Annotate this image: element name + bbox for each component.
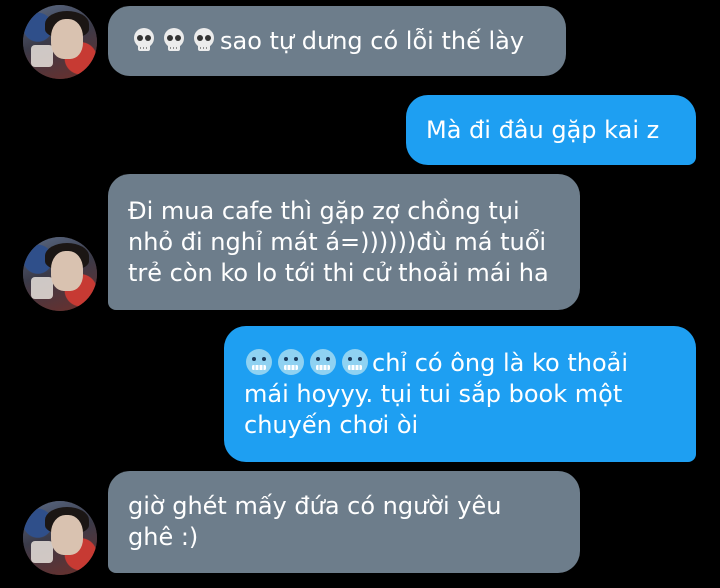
message-line: giờ ghét mấy đứa có người yêu [128, 492, 502, 520]
message-line: mái hoyyy. tụi tui sắp book một [244, 380, 623, 408]
contact-avatar[interactable] [23, 5, 97, 79]
message-line: trẻ còn ko lo tới thi cử thoải mái ha [128, 258, 549, 287]
skull-icon [134, 27, 154, 51]
skull-icon [164, 27, 184, 51]
cold-face-icon [278, 349, 304, 375]
incoming-message-bubble[interactable]: sao tự dưng có lỗi thế lày [108, 6, 566, 76]
cold-face-icon [310, 349, 336, 375]
outgoing-message-bubble[interactable]: chỉ có ông là ko thoải mái hoyyy. tụi tu… [224, 326, 696, 462]
message-text: Mà đi đâu gặp kai z [426, 115, 660, 144]
contact-avatar[interactable] [23, 501, 97, 575]
message-line: nhỏ đi nghỉ mát á=))))))đù má tuổi [128, 227, 547, 256]
incoming-message-bubble[interactable]: Đi mua cafe thì gặp zợ chồng tụi nhỏ đi … [108, 174, 580, 310]
cold-face-icon [342, 349, 368, 375]
message-line: Đi mua cafe thì gặp zợ chồng tụi [128, 196, 520, 225]
message-line: ghê :) [128, 523, 199, 551]
message-line: chỉ có ông là ko thoải [372, 349, 629, 377]
contact-avatar[interactable] [23, 237, 97, 311]
incoming-message-bubble[interactable]: giờ ghét mấy đứa có người yêu ghê :) [108, 471, 580, 573]
skull-icon [194, 27, 214, 51]
cold-face-icon [246, 349, 272, 375]
message-line: chuyến chơi òi [244, 411, 419, 439]
outgoing-message-bubble[interactable]: Mà đi đâu gặp kai z [406, 95, 696, 165]
message-text: sao tự dưng có lỗi thế lày [220, 26, 525, 55]
